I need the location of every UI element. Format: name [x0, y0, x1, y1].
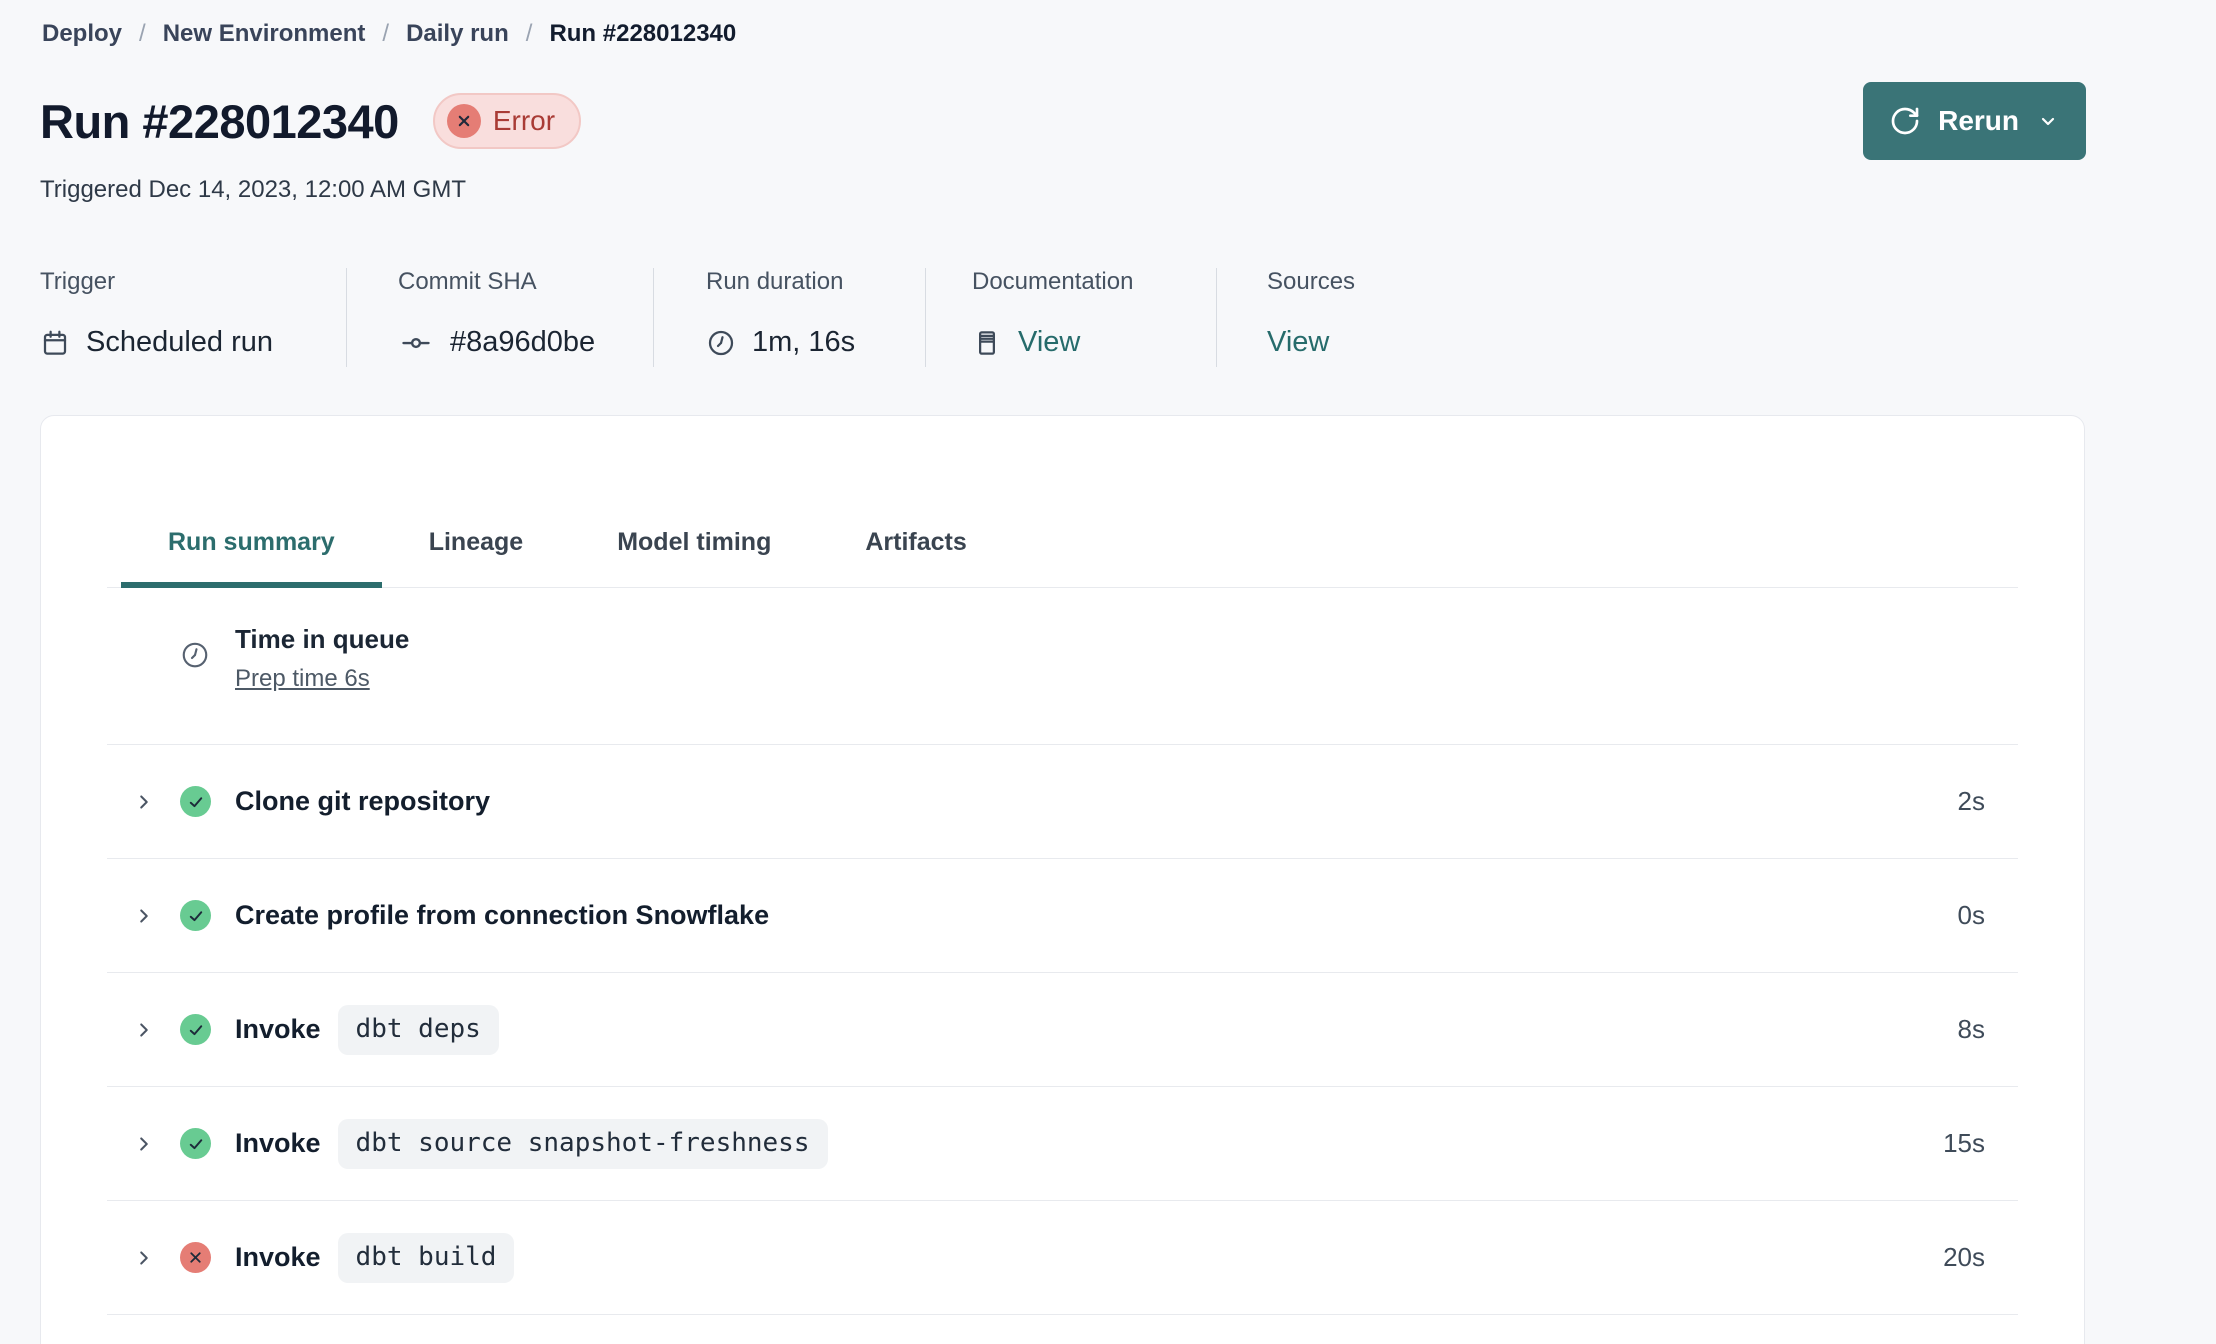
step-label: Clone git repository: [235, 786, 491, 816]
success-check-icon: [180, 786, 211, 817]
step-row-create-profile[interactable]: Create profile from connection Snowflake…: [107, 859, 2018, 973]
run-duration-value: 1m, 16s: [752, 326, 856, 358]
meta-run-duration: Run duration 1m, 16s: [653, 268, 925, 367]
triggered-timestamp: Triggered Dec 14, 2023, 12:00 AM GMT: [40, 176, 466, 203]
breadcrumb-daily-run[interactable]: Daily run: [406, 20, 509, 48]
step-duration: 8s: [1957, 1014, 1985, 1044]
git-commit-icon: [398, 328, 434, 358]
step-label: Invoke: [235, 1128, 321, 1158]
step-label: Invoke: [235, 1014, 321, 1044]
tab-artifacts[interactable]: Artifacts: [818, 504, 1013, 587]
step-label: Create profile from connection Snowflake: [235, 900, 770, 930]
rerun-button[interactable]: Rerun: [1863, 82, 2086, 160]
breadcrumb-separator: /: [382, 20, 390, 47]
meta-trigger: Trigger Scheduled run: [40, 268, 346, 367]
chevron-right-icon[interactable]: [133, 1247, 155, 1269]
command-chip: dbt source snapshot-freshness: [337, 1118, 828, 1169]
page-title: Run #228012340: [40, 94, 399, 148]
prep-time-link[interactable]: Prep time 6s: [235, 665, 409, 693]
step-row-clone-git-repository[interactable]: Clone git repository 2s: [107, 745, 2018, 859]
step-row-invoke-dbt-deps[interactable]: Invoke dbt deps 8s: [107, 973, 2018, 1087]
chevron-down-icon: [2036, 109, 2060, 133]
breadcrumb-current-run: Run #228012340: [549, 20, 737, 47]
chevron-right-icon[interactable]: [133, 1133, 155, 1155]
trigger-value: Scheduled run: [86, 326, 274, 358]
meta-documentation: Documentation View: [925, 268, 1216, 367]
meta-commit-sha: Commit SHA #8a96d0be: [346, 268, 653, 367]
step-label: Invoke: [235, 1242, 321, 1272]
step-row-invoke-dbt-source-freshness[interactable]: Invoke dbt source snapshot-freshness 15s: [107, 1087, 2018, 1201]
breadcrumb: Deploy / New Environment / Daily run / R…: [40, 20, 2216, 48]
status-badge: Error: [432, 93, 582, 149]
x-circle-icon: [446, 104, 481, 138]
run-summary-card: Run summary Lineage Model timing Artifac…: [40, 415, 2085, 1344]
page-header: Run #228012340 Error Rerun: [40, 82, 2086, 160]
tab-model-timing[interactable]: Model timing: [570, 504, 818, 587]
command-chip: dbt build: [337, 1232, 515, 1283]
rerun-button-label: Rerun: [1938, 105, 2019, 136]
calendar-icon: [40, 328, 70, 358]
tab-run-summary[interactable]: Run summary: [121, 504, 382, 588]
run-duration-label: Run duration: [706, 268, 844, 295]
run-detail-page: Deploy / New Environment / Daily run / R…: [0, 0, 2216, 1344]
sources-view-link[interactable]: View: [1267, 326, 1329, 359]
breadcrumb-new-environment[interactable]: New Environment: [163, 20, 366, 48]
clock-icon: [706, 328, 736, 358]
chevron-right-icon[interactable]: [133, 905, 155, 927]
clock-icon: [180, 640, 210, 670]
commit-sha-label: Commit SHA: [398, 268, 537, 295]
documentation-label: Documentation: [972, 268, 1134, 295]
documentation-view-link[interactable]: View: [1018, 326, 1080, 359]
step-row-invoke-dbt-build[interactable]: Invoke dbt build 20s: [107, 1201, 2018, 1315]
chevron-right-icon[interactable]: [133, 791, 155, 813]
chevron-right-icon[interactable]: [133, 1019, 155, 1041]
tab-lineage[interactable]: Lineage: [382, 504, 570, 587]
breadcrumb-deploy[interactable]: Deploy: [42, 20, 122, 48]
breadcrumb-separator: /: [139, 20, 146, 47]
commit-sha-value: #8a96d0be: [450, 326, 596, 358]
success-check-icon: [180, 1128, 211, 1159]
meta-sources: Sources View: [1216, 268, 1355, 367]
run-meta-row: Trigger Scheduled run Commit SHA #8a96d0…: [40, 268, 2086, 367]
success-check-icon: [180, 900, 211, 931]
sources-label: Sources: [1267, 268, 1356, 295]
error-x-icon: [180, 1242, 211, 1273]
command-chip: dbt deps: [337, 1004, 499, 1055]
refresh-icon: [1889, 105, 1921, 137]
queue-title: Time in queue: [235, 624, 410, 654]
success-check-icon: [180, 1014, 211, 1045]
step-duration: 0s: [1957, 900, 1985, 930]
step-duration: 20s: [1943, 1242, 1985, 1272]
queue-section: Time in queue Prep time 6s: [107, 588, 2018, 745]
journal-icon: [972, 328, 1002, 358]
tab-bar: Run summary Lineage Model timing Artifac…: [107, 504, 2018, 588]
breadcrumb-separator: /: [525, 20, 533, 47]
step-duration: 2s: [1957, 786, 1985, 816]
step-duration: 15s: [1943, 1128, 1985, 1158]
trigger-label: Trigger: [40, 268, 116, 295]
status-badge-label: Error: [492, 105, 556, 136]
